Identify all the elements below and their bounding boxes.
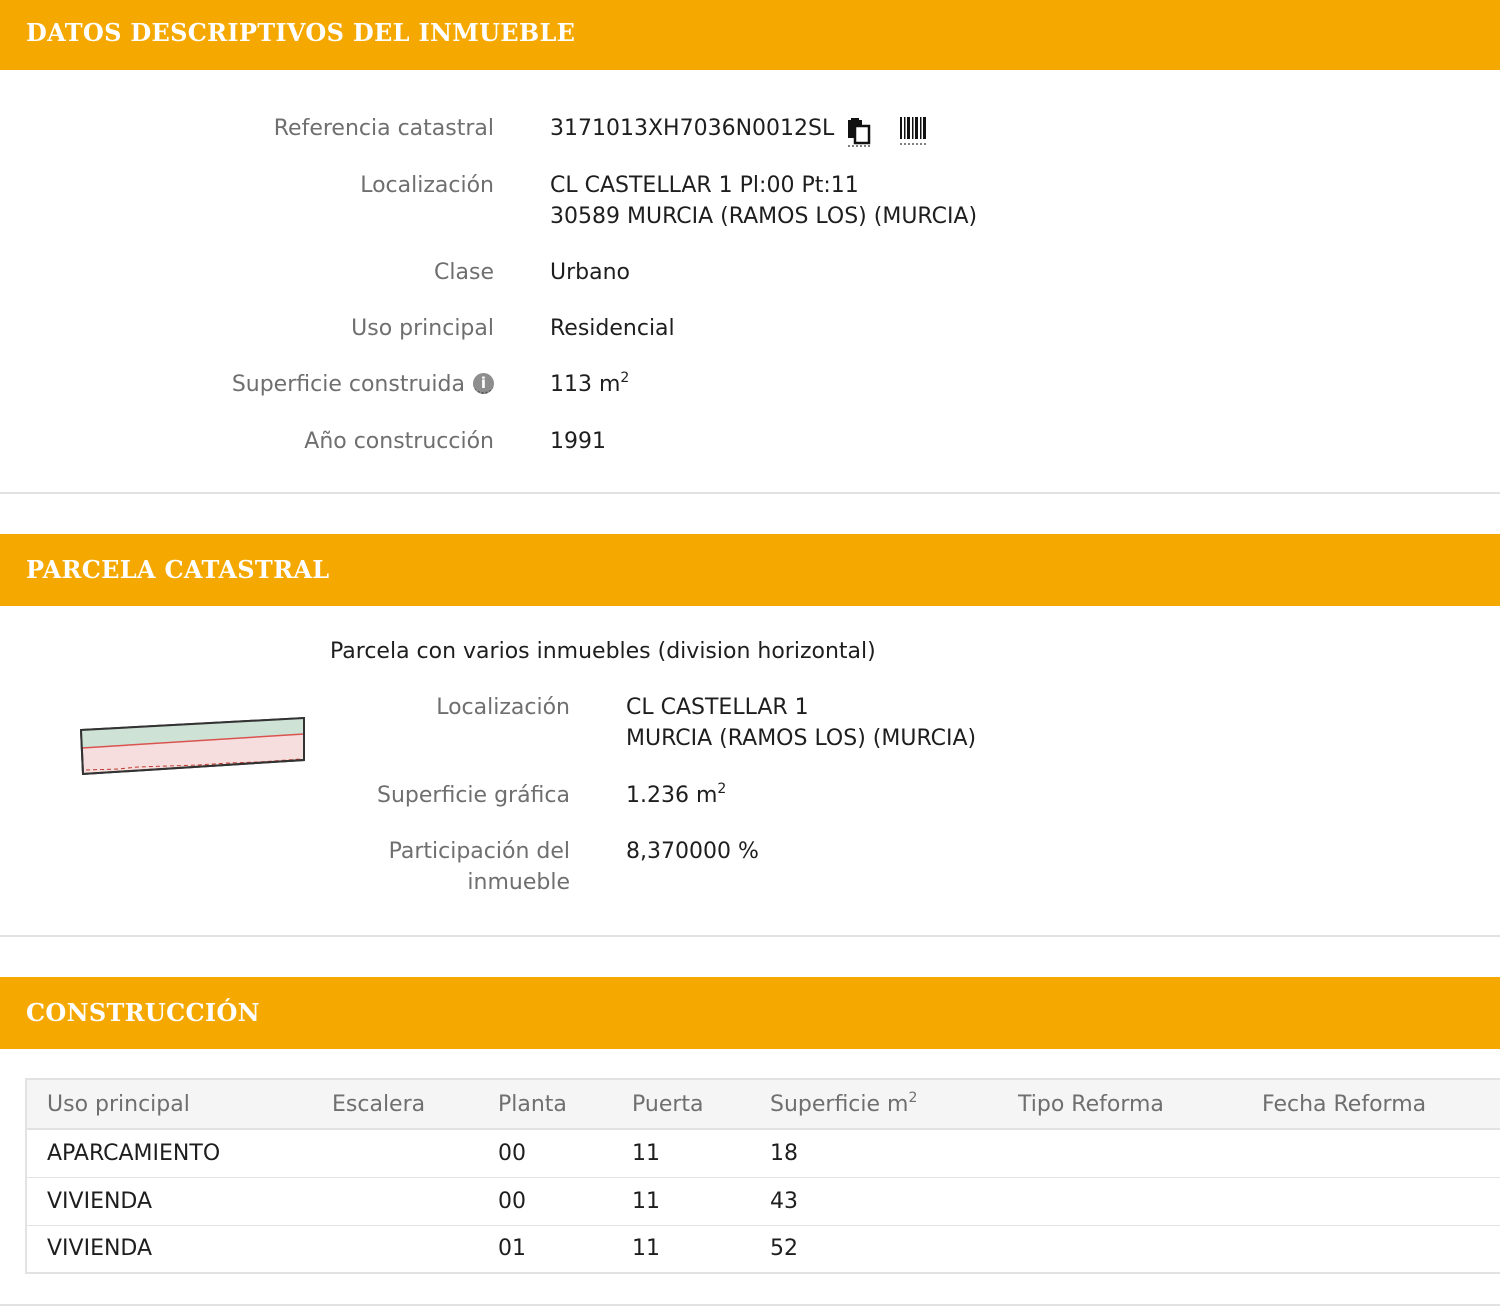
section-header-parcela: PARCELA CATASTRAL bbox=[0, 534, 1500, 606]
table-row: APARCAMIENTO 00 11 18 bbox=[26, 1129, 1500, 1178]
superficie-grafica-value: 1.236 m2 bbox=[626, 780, 726, 811]
cell-superficie: 52 bbox=[750, 1225, 998, 1274]
cell-fecha-reforma bbox=[1242, 1225, 1500, 1274]
cell-planta: 00 bbox=[478, 1177, 612, 1226]
uso-principal-value: Residencial bbox=[550, 316, 675, 341]
clase-label: Clase bbox=[434, 260, 494, 285]
cell-planta: 01 bbox=[478, 1225, 612, 1274]
section-header-construccion: CONSTRUCCIÓN bbox=[0, 977, 1500, 1049]
unit-exponent: 2 bbox=[717, 781, 727, 797]
clase-value: Urbano bbox=[550, 260, 630, 285]
section-title: PARCELA CATASTRAL bbox=[26, 555, 330, 584]
cell-puerta: 11 bbox=[612, 1225, 750, 1274]
cell-superficie: 43 bbox=[750, 1177, 998, 1226]
col-planta[interactable]: Planta bbox=[478, 1079, 612, 1130]
participacion-label-line2: inmueble bbox=[467, 870, 570, 895]
cell-puerta: 11 bbox=[612, 1129, 750, 1178]
section-title: CONSTRUCCIÓN bbox=[26, 998, 260, 1027]
superficie-grafica-label: Superficie gráfica bbox=[377, 783, 570, 808]
localizacion-line2: 30589 MURCIA (RAMOS LOS) (MURCIA) bbox=[550, 204, 978, 229]
construccion-table: Uso principal Escalera Planta Puerta Sup… bbox=[25, 1078, 1500, 1274]
parcela-localizacion-line2: MURCIA (RAMOS LOS) (MURCIA) bbox=[626, 726, 977, 751]
participacion-label-line1: Participación del bbox=[388, 839, 570, 864]
section-header-datos: DATOS DESCRIPTIVOS DEL INMUEBLE bbox=[0, 0, 1500, 70]
parcela-description: Parcela con varios inmuebles (division h… bbox=[330, 639, 876, 664]
localizacion-label: Localización bbox=[360, 173, 494, 198]
uso-principal-label: Uso principal bbox=[351, 316, 494, 341]
col-uso-principal[interactable]: Uso principal bbox=[26, 1079, 312, 1130]
cell-escalera bbox=[312, 1129, 478, 1178]
cell-fecha-reforma bbox=[1242, 1129, 1500, 1178]
localizacion-line1: CL CASTELLAR 1 Pl:00 Pt:11 bbox=[550, 173, 859, 198]
cell-tipo-reforma bbox=[998, 1225, 1242, 1274]
col-superficie[interactable]: Superficie m2 bbox=[750, 1079, 998, 1130]
col-escalera[interactable]: Escalera bbox=[312, 1079, 478, 1130]
table-row: VIVIENDA 01 11 52 bbox=[26, 1225, 1500, 1274]
copy-icon[interactable] bbox=[846, 117, 872, 147]
cell-tipo-reforma bbox=[998, 1129, 1242, 1178]
superficie-construida-text: Superficie construida bbox=[231, 372, 465, 397]
cell-superficie: 18 bbox=[750, 1129, 998, 1178]
table-row: VIVIENDA 00 11 43 bbox=[26, 1177, 1500, 1226]
col-fecha-reforma[interactable]: Fecha Reforma bbox=[1242, 1079, 1500, 1130]
parcel-map-image[interactable] bbox=[78, 714, 308, 780]
anio-construccion-label: Año construcción bbox=[304, 429, 494, 454]
barcode-icon[interactable] bbox=[899, 115, 927, 145]
cell-planta: 00 bbox=[478, 1129, 612, 1178]
col-tipo-reforma[interactable]: Tipo Reforma bbox=[998, 1079, 1242, 1130]
superficie-construida-label: Superficie construida i bbox=[232, 369, 494, 400]
table-header-row: Uso principal Escalera Planta Puerta Sup… bbox=[26, 1079, 1500, 1130]
cell-uso: VIVIENDA bbox=[26, 1177, 312, 1226]
cell-escalera bbox=[312, 1225, 478, 1274]
cell-uso: APARCAMIENTO bbox=[26, 1129, 312, 1178]
info-icon[interactable]: i bbox=[473, 373, 494, 394]
cell-fecha-reforma bbox=[1242, 1177, 1500, 1226]
divider bbox=[0, 492, 1500, 494]
cell-puerta: 11 bbox=[612, 1177, 750, 1226]
parcela-localizacion-label: Localización bbox=[436, 695, 570, 720]
cell-tipo-reforma bbox=[998, 1177, 1242, 1226]
parcela-localizacion-line1: CL CASTELLAR 1 bbox=[626, 695, 809, 720]
col-superficie-text: Superficie m bbox=[770, 1091, 909, 1117]
section-title: DATOS DESCRIPTIVOS DEL INMUEBLE bbox=[26, 18, 576, 47]
superficie-grafica-number: 1.236 m bbox=[626, 783, 718, 808]
ref-catastral-value: 3171013XH7036N0012SL bbox=[550, 116, 835, 141]
divider bbox=[0, 1304, 1500, 1306]
cell-uso: VIVIENDA bbox=[26, 1225, 312, 1274]
participacion-value: 8,370000 % bbox=[626, 839, 759, 864]
col-puerta[interactable]: Puerta bbox=[612, 1079, 750, 1130]
cell-escalera bbox=[312, 1177, 478, 1226]
anio-construccion-value: 1991 bbox=[550, 429, 606, 454]
divider bbox=[0, 935, 1500, 937]
unit-exponent: 2 bbox=[620, 370, 630, 386]
unit-exponent: 2 bbox=[908, 1089, 918, 1106]
superficie-construida-value: 113 m2 bbox=[550, 369, 629, 400]
ref-catastral-label: Referencia catastral bbox=[273, 116, 494, 141]
superficie-construida-number: 113 m bbox=[550, 372, 621, 397]
